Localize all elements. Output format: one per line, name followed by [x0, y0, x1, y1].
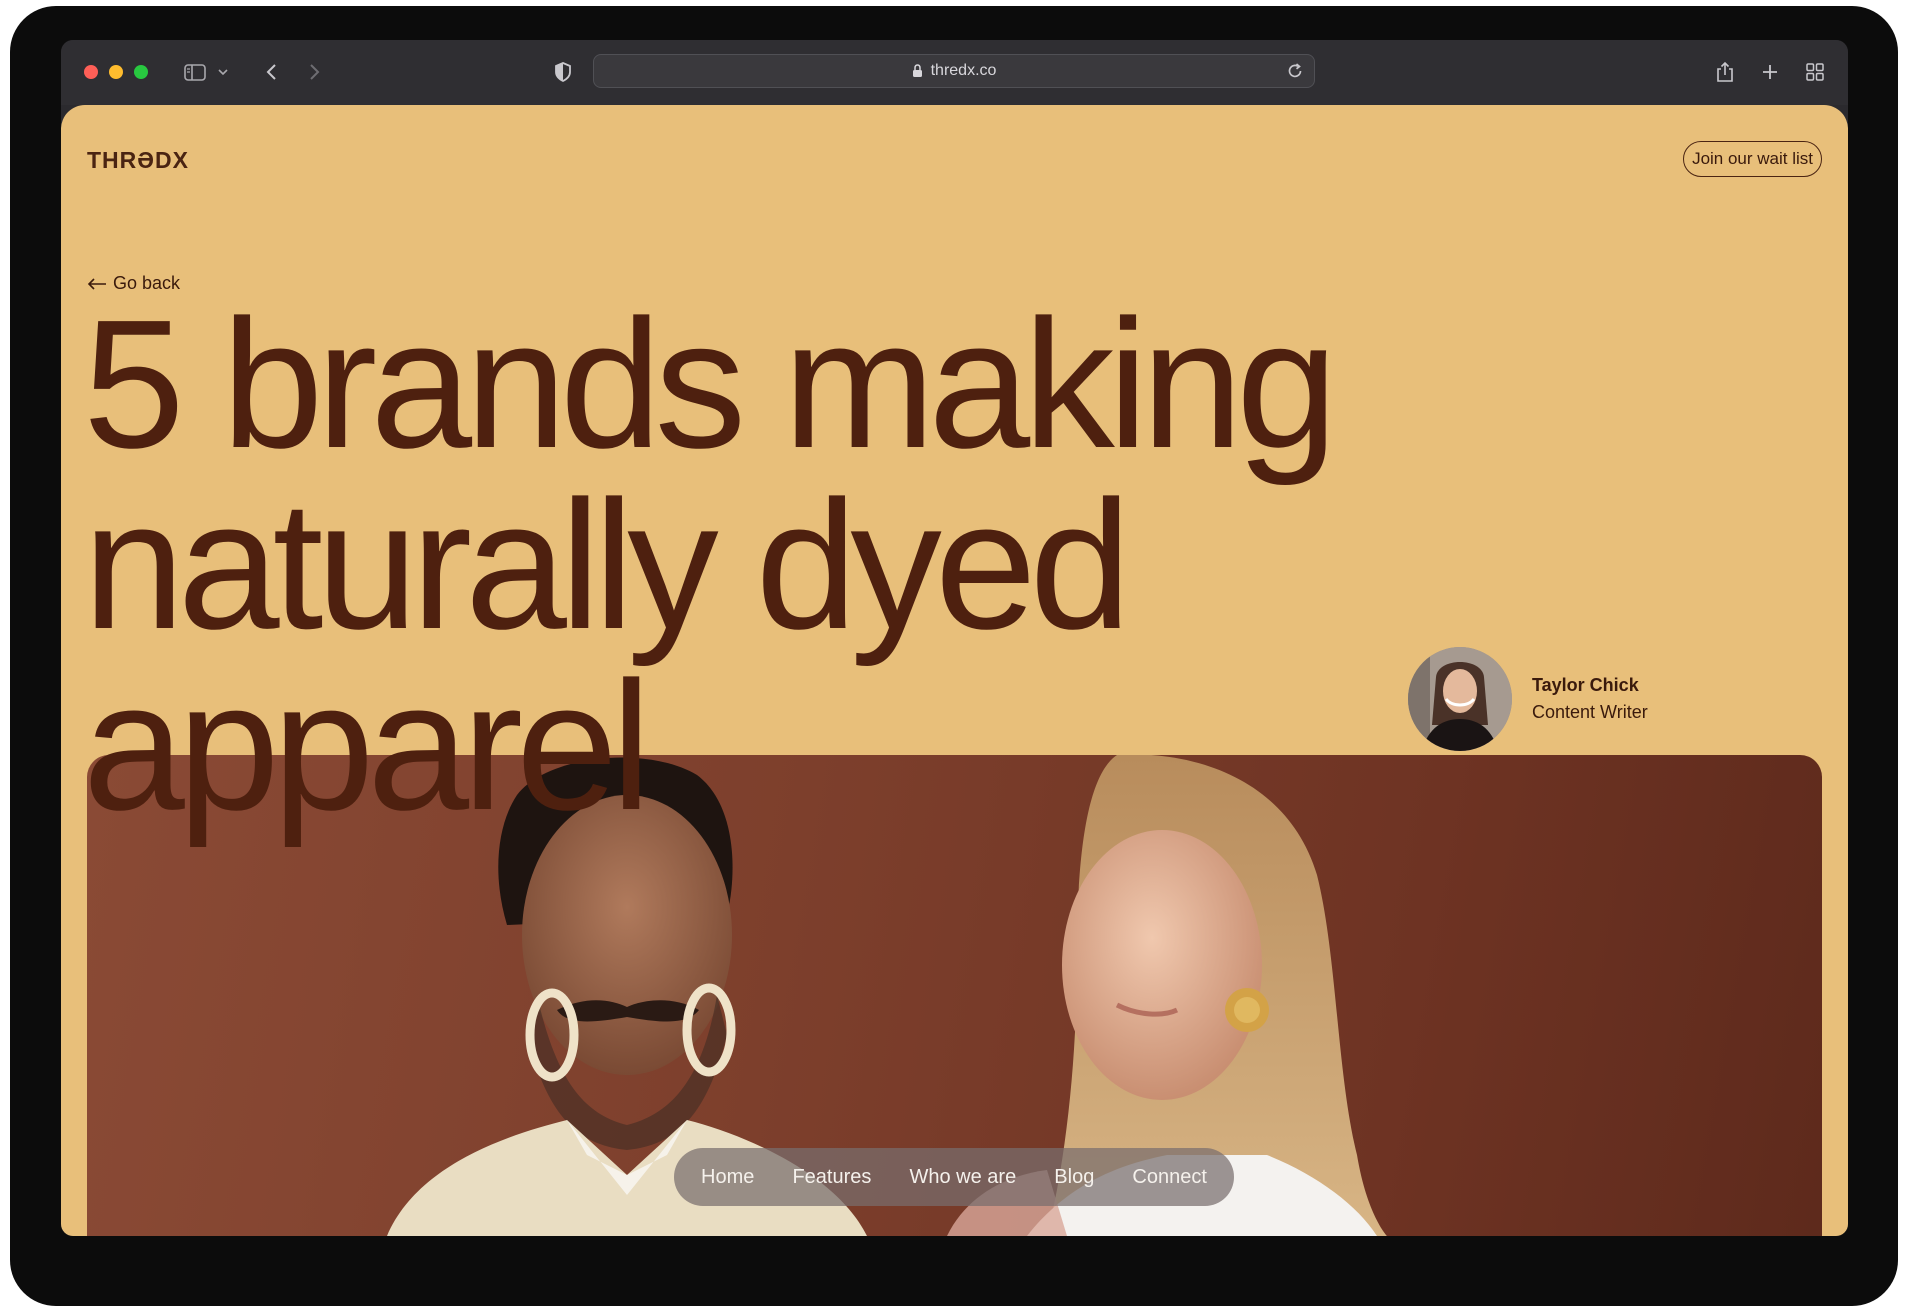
sidebar-icon[interactable]: [182, 58, 208, 86]
lock-icon: [912, 64, 923, 78]
author-role: Content Writer: [1532, 702, 1648, 722]
plus-icon[interactable]: [1759, 58, 1781, 86]
close-window-button[interactable]: [84, 65, 98, 79]
browser-window: thredx.co THRƏDX Join our wait list Go b…: [61, 40, 1848, 1236]
tab-overview-icon[interactable]: [1804, 58, 1826, 86]
nav-item-blog[interactable]: Blog: [1054, 1166, 1094, 1189]
minimize-window-button[interactable]: [109, 65, 123, 79]
chevron-down-icon[interactable]: [216, 58, 230, 86]
floating-nav: Home Features Who we are Blog Connect: [674, 1148, 1234, 1206]
article-title-line-1: 5 brands making: [83, 281, 1338, 486]
article-title-line-2: naturally dyed: [83, 462, 1131, 667]
nav-item-features[interactable]: Features: [792, 1166, 871, 1189]
nav-item-connect[interactable]: Connect: [1132, 1166, 1207, 1189]
web-page: THRƏDX Join our wait list Go back 5 bran…: [61, 105, 1848, 1236]
article-title-line-3: apparel: [83, 643, 651, 848]
article-title: 5 brands making naturally dyed apparel: [83, 281, 1483, 848]
author-avatar-illustration: [1408, 647, 1512, 751]
share-icon[interactable]: [1714, 58, 1736, 86]
join-waitlist-button[interactable]: Join our wait list: [1683, 141, 1822, 177]
shield-icon[interactable]: [553, 58, 573, 86]
back-icon[interactable]: [261, 58, 281, 86]
url-text: thredx.co: [930, 62, 997, 79]
reload-icon[interactable]: [1286, 62, 1304, 80]
forward-icon[interactable]: [304, 58, 324, 86]
avatar: [1408, 647, 1512, 751]
author-card: Taylor Chick Content Writer: [1408, 647, 1648, 751]
nav-item-home[interactable]: Home: [701, 1166, 754, 1189]
author-name: Taylor Chick: [1532, 675, 1639, 695]
nav-item-who-we-are[interactable]: Who we are: [909, 1166, 1016, 1189]
site-logo[interactable]: THRƏDX: [87, 147, 189, 174]
browser-toolbar: thredx.co: [61, 40, 1848, 105]
address-bar[interactable]: thredx.co: [593, 54, 1315, 88]
maximize-window-button[interactable]: [134, 65, 148, 79]
